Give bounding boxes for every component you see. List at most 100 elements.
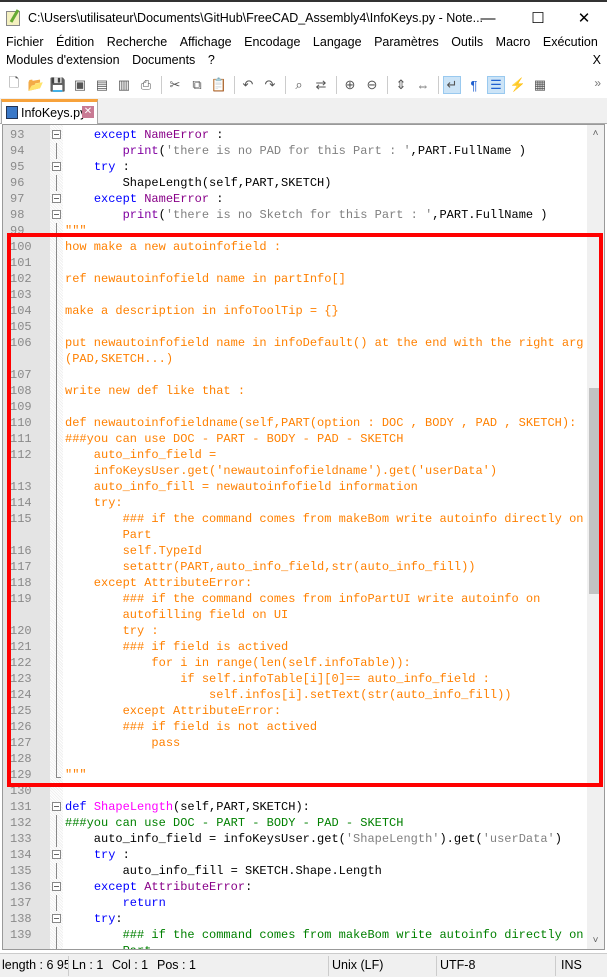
code-token: ### if field is actived — [65, 640, 289, 654]
fold-toggle-icon[interactable] — [52, 130, 61, 139]
fold-line — [56, 639, 57, 655]
replace-icon[interactable]: ⇄ — [312, 76, 330, 94]
line-number: 97 — [10, 192, 25, 206]
zoom-in-icon[interactable]: ⊕ — [341, 76, 359, 94]
code-token: : — [115, 160, 130, 174]
document-map-icon[interactable]: ▦ — [531, 76, 549, 94]
code-token: print — [122, 144, 159, 158]
fold-line — [56, 255, 57, 271]
menu-item[interactable]: Fichier — [6, 35, 44, 53]
maximize-button[interactable]: ☐ — [518, 8, 558, 30]
fold-toggle-icon[interactable] — [52, 882, 61, 891]
close-all-icon[interactable]: ▥ — [115, 76, 133, 94]
undo-icon[interactable]: ↶ — [239, 76, 257, 94]
close-document-button[interactable]: X — [593, 53, 601, 67]
code-text: pass — [65, 735, 180, 751]
copy-icon[interactable]: ⧉ — [188, 76, 206, 94]
code-token: NameError — [144, 128, 210, 142]
code-text: auto_info_fill = newautoinfofield inform… — [65, 479, 418, 495]
save-icon[interactable]: 💾 — [49, 76, 67, 94]
code-editor[interactable]: 93 except NameError :94 print('there is … — [2, 124, 605, 950]
paste-icon[interactable]: 📋 — [210, 76, 228, 94]
sync-horizontal-icon[interactable]: ⇔ — [414, 76, 432, 94]
fold-toggle-icon[interactable] — [52, 802, 61, 811]
show-all-chars-icon[interactable]: ¶ — [465, 76, 483, 94]
word-wrap-icon[interactable]: ↵ — [443, 76, 461, 94]
tab-close-button[interactable]: ✕ — [82, 106, 94, 118]
code-line: 112 auto_info_field = — [3, 447, 589, 463]
code-text: def newautoinfofieldname(self,PART(optio… — [65, 415, 576, 431]
menu-item[interactable]: Langage — [313, 35, 362, 53]
fold-line — [56, 943, 57, 949]
save-all-icon[interactable]: ▣ — [71, 76, 89, 94]
code-token: autofilling field on UI — [65, 608, 289, 622]
find-icon[interactable]: ⌕ — [290, 76, 308, 94]
code-token: try : — [65, 624, 159, 638]
redo-icon[interactable]: ↷ — [261, 76, 279, 94]
scroll-down-arrow-icon[interactable]: ˅ — [587, 932, 604, 949]
scrollbar-thumb[interactable] — [589, 388, 602, 595]
code-text: print('there is no Sketch for this Part … — [65, 207, 548, 223]
menu-item[interactable]: Modules d'extension — [6, 53, 120, 71]
tab-bar: InfoKeys.py ✕ — [0, 98, 607, 124]
menu-row: Modules d'extension Documents? — [6, 53, 227, 71]
code-line: 125 except AttributeError: — [3, 703, 589, 719]
code-token: make a description in infoToolTip = {} — [65, 304, 339, 318]
fold-toggle-icon[interactable] — [52, 162, 61, 171]
line-number: 139 — [10, 928, 32, 942]
menu-item[interactable]: Affichage — [180, 35, 232, 53]
cut-icon[interactable]: ✂ — [166, 76, 184, 94]
menu-item[interactable]: ? — [208, 53, 215, 71]
line-number: 126 — [10, 720, 32, 734]
menu-item[interactable]: Paramètres — [374, 35, 439, 53]
print-icon[interactable]: ⎙ — [137, 76, 155, 94]
menu-item[interactable]: Macro — [496, 35, 531, 53]
line-number: 115 — [10, 512, 32, 526]
fold-toggle-icon[interactable] — [52, 914, 61, 923]
user-defined-language-icon[interactable]: ⚡ — [509, 76, 527, 94]
code-token: put newautoinfofield name in infoDefault… — [65, 336, 584, 350]
code-text: ### if field is actived — [65, 639, 289, 655]
code-token: ).get( — [439, 832, 483, 846]
menu-item[interactable]: Encodage — [244, 35, 300, 53]
toolbar-overflow-button[interactable]: » — [594, 76, 601, 90]
menu-item[interactable]: Exécution — [543, 35, 598, 53]
close-window-button[interactable]: ✕ — [564, 8, 604, 30]
line-number: 98 — [10, 208, 25, 222]
fold-line — [56, 431, 57, 447]
fold-toggle-icon[interactable] — [52, 210, 61, 219]
scroll-up-arrow-icon[interactable]: ˄ — [587, 125, 604, 142]
code-line: 117 setattr(PART,auto_info_field,str(aut… — [3, 559, 589, 575]
zoom-out-icon[interactable]: ⊖ — [363, 76, 381, 94]
menu-item[interactable]: Outils — [451, 35, 483, 53]
line-number: 118 — [10, 576, 32, 590]
fold-line — [56, 143, 57, 159]
new-file-icon[interactable]: 🗋 — [5, 75, 23, 94]
open-file-icon[interactable]: 📂 — [27, 76, 45, 94]
code-line: 105 — [3, 319, 589, 335]
code-token: : — [115, 848, 130, 862]
code-line: 121 ### if field is actived — [3, 639, 589, 655]
menu-item[interactable]: Documents — [132, 53, 195, 71]
fold-line — [56, 367, 57, 383]
sync-vertical-icon[interactable]: ⇕ — [392, 76, 410, 94]
code-token: auto_info_fill = newautoinfofield inform… — [65, 480, 418, 494]
indent-guide-icon[interactable]: ☰ — [487, 76, 505, 94]
code-text: try : — [65, 623, 159, 639]
line-number: 106 — [10, 336, 32, 350]
code-line: 96 ShapeLength(self,PART,SKETCH) — [3, 175, 589, 191]
minimize-button[interactable]: — — [468, 8, 508, 30]
line-number: 110 — [10, 416, 32, 430]
code-line: 114 try: — [3, 495, 589, 511]
code-token: (self,PART,SKETCH): — [173, 800, 310, 814]
fold-toggle-icon[interactable] — [52, 194, 61, 203]
close-icon[interactable]: ▤ — [93, 76, 111, 94]
code-text: """ — [65, 223, 87, 239]
fold-toggle-icon[interactable] — [52, 850, 61, 859]
menu-item[interactable]: Recherche — [107, 35, 167, 53]
tab-infokeys[interactable]: InfoKeys.py ✕ — [1, 99, 98, 124]
line-number: 124 — [10, 688, 32, 702]
menu-item[interactable]: Édition — [56, 35, 94, 53]
vertical-scrollbar[interactable]: ˄ ˅ — [587, 125, 604, 949]
